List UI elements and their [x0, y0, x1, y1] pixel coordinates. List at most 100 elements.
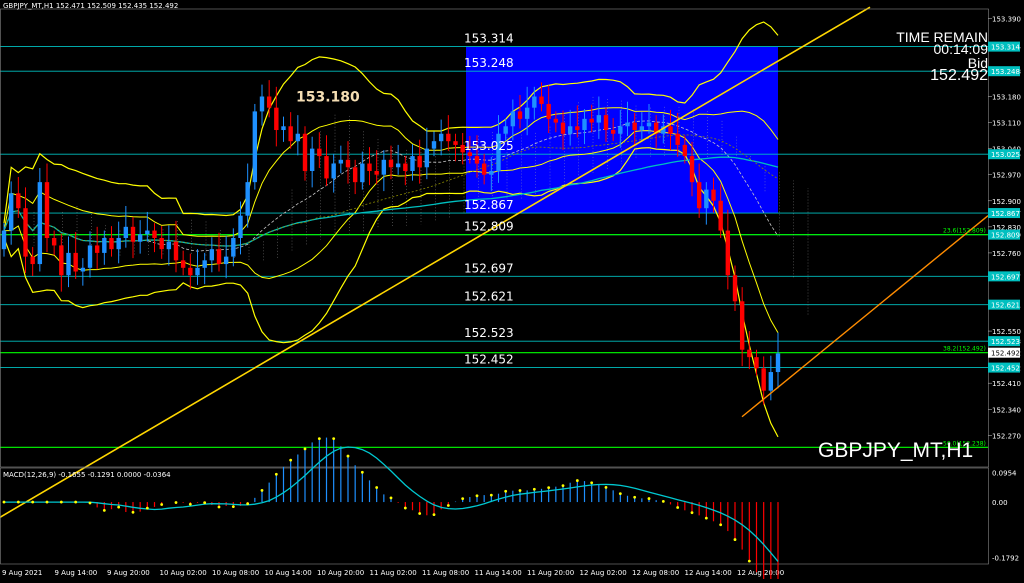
macd-dot — [217, 505, 221, 509]
macd-dot — [16, 500, 20, 504]
candle-body — [668, 126, 673, 134]
macd-dot — [389, 496, 393, 500]
candle-body — [718, 200, 723, 231]
candle-body — [431, 141, 437, 149]
candle-body — [266, 96, 272, 108]
macd-dot — [547, 486, 551, 490]
candle-body — [725, 230, 731, 276]
candle-body — [639, 126, 645, 131]
macd-dot — [260, 488, 264, 492]
y-tick-label: 152.900 — [992, 198, 1021, 206]
candle-body — [453, 141, 458, 145]
level-label: 152.452 — [464, 353, 514, 367]
candle-body — [288, 126, 293, 142]
candle-body — [352, 167, 358, 183]
macd-dot — [317, 437, 321, 441]
candle-body — [130, 226, 136, 242]
candle-body — [625, 122, 630, 127]
y-tick-label: 153.180 — [992, 94, 1021, 102]
macd-dot — [160, 503, 164, 506]
candle-body — [739, 301, 745, 350]
chart-area[interactable]: 153.314 153.248 153.025 152.867 152.809 152.6… — [0, 0, 1024, 583]
candle-body — [331, 163, 336, 179]
macd-dot — [733, 538, 737, 541]
price-box-label: 152.867 — [991, 210, 1020, 218]
macd-header: MACD(12,26,9) -0.1655 -0.1291 0.0000 -0.… — [3, 471, 171, 479]
candle-body — [195, 267, 200, 276]
macd-dot — [289, 458, 293, 462]
price-box-label: 152.523 — [991, 338, 1020, 346]
macd-dot — [403, 506, 407, 510]
x-tick-label: 11 Aug 20:00 — [527, 569, 574, 577]
price-box-label: 152.809 — [991, 232, 1020, 240]
x-tick-label: 9 Aug 2021 — [2, 569, 42, 577]
y-tick-label: 152.340 — [992, 406, 1021, 414]
candle-body — [539, 96, 544, 104]
macd-dot — [489, 493, 493, 497]
candle-body — [87, 245, 93, 268]
candle-body — [768, 372, 774, 391]
candle-body — [166, 241, 172, 250]
macd-dot — [117, 505, 121, 509]
macd-dot — [690, 511, 694, 515]
level-label: 153.314 — [464, 32, 514, 46]
macd-tick-label: 0.0954 — [992, 470, 1017, 478]
macd-dot — [719, 523, 723, 527]
x-tick-label: 12 Aug 20:00 — [737, 569, 784, 577]
macd-dot — [375, 486, 379, 489]
candle-body — [102, 238, 107, 253]
uptrend-line — [0, 6, 871, 518]
macd-dot — [188, 502, 192, 506]
macd-dot — [590, 481, 594, 485]
price-box-label: 152.452 — [991, 365, 1020, 373]
macd-dot — [303, 447, 307, 451]
y-tick-label: 152.270 — [992, 432, 1021, 440]
macd-dot — [647, 497, 651, 500]
candle-body — [188, 267, 193, 276]
macd-dot — [575, 479, 579, 482]
macd-dot — [446, 504, 450, 507]
price-box-label: 153.314 — [991, 44, 1020, 52]
candle-body — [180, 260, 186, 268]
candle-body — [610, 130, 616, 134]
candle-body — [274, 107, 279, 131]
x-tick-label: 9 Aug 20:00 — [107, 569, 150, 577]
candle-body — [73, 252, 78, 272]
price-box-label: 152.621 — [991, 302, 1020, 310]
macd-dot — [661, 499, 665, 503]
candle-body — [503, 126, 508, 134]
candle-body — [417, 156, 422, 168]
symbol-label: GBPJPY_MT,H1 — [818, 439, 974, 462]
candle-body — [231, 238, 236, 257]
candle-body — [317, 148, 322, 157]
candle-body — [618, 126, 623, 134]
candle-body — [23, 208, 28, 257]
candle-body — [173, 241, 179, 261]
candle-body — [123, 226, 129, 238]
candle-body — [438, 133, 444, 142]
candle-body — [732, 275, 738, 302]
candle-body — [747, 349, 752, 358]
candle-body — [775, 353, 781, 373]
macd-dot — [532, 487, 536, 491]
macd-dot — [59, 500, 63, 504]
macd-dot — [633, 495, 637, 499]
macd-dot — [74, 500, 78, 504]
candle-body — [381, 159, 387, 175]
candle-body — [309, 148, 315, 171]
candle-body — [546, 103, 551, 119]
macd-dot — [747, 559, 751, 563]
price-box-label: 153.025 — [991, 151, 1020, 159]
macd-dot — [561, 484, 565, 488]
candle-body — [395, 163, 401, 168]
price-chart-svg[interactable]: 153.314 153.248 153.025 152.867 152.809 152.6… — [0, 0, 1024, 583]
candle-body — [1, 230, 7, 250]
y-tick-label: 153.390 — [992, 15, 1021, 23]
macd-tick-label: 0.00 — [992, 499, 1008, 507]
candle-body — [553, 118, 559, 123]
candle-body — [682, 144, 688, 157]
fib-label: 23.6(152.809) — [943, 228, 986, 235]
candle-body — [238, 215, 243, 238]
candle-body — [302, 133, 308, 171]
candle-body — [252, 111, 258, 183]
